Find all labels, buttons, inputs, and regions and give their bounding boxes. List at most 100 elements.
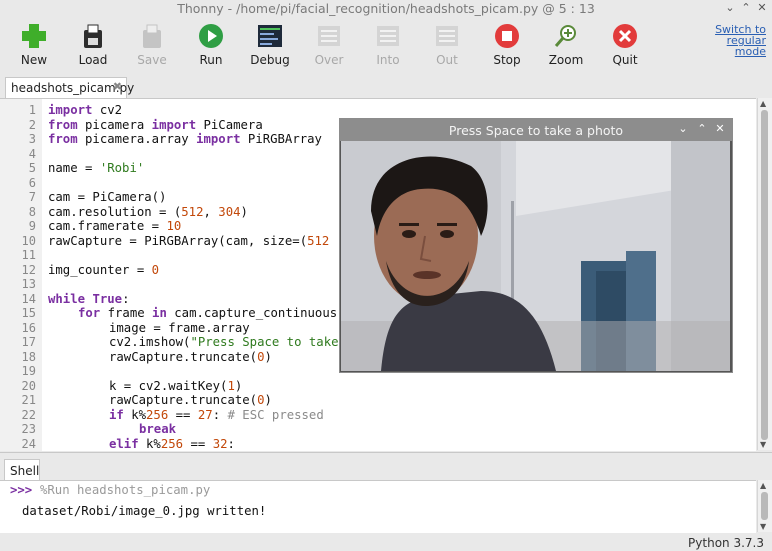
line-number: 11 bbox=[21, 248, 36, 262]
line-number: 20 bbox=[21, 378, 36, 393]
quit-button[interactable]: Quit bbox=[597, 22, 653, 70]
close-icon[interactable]: ✕ bbox=[754, 0, 770, 16]
debug-icon bbox=[258, 25, 282, 47]
line-number: 16 bbox=[21, 320, 36, 335]
save-button[interactable]: Save bbox=[124, 22, 180, 70]
code-keyword: elif bbox=[109, 436, 139, 451]
code-text: cam.framerate = bbox=[48, 219, 167, 233]
scroll-down-icon[interactable]: ▼ bbox=[760, 440, 766, 449]
code-keyword: in bbox=[152, 306, 167, 320]
zoom-label: Zoom bbox=[548, 53, 584, 67]
line-number: 18 bbox=[21, 349, 36, 364]
line-number: 7 bbox=[28, 190, 36, 204]
code-number: 512 bbox=[181, 204, 204, 219]
code-text: name = bbox=[48, 161, 100, 175]
line-number: 19 bbox=[21, 364, 36, 378]
new-label: New bbox=[20, 53, 48, 67]
shell-tabs: Shell bbox=[0, 452, 772, 482]
editor-tab[interactable]: headshots_picam.py ✖ bbox=[5, 77, 134, 99]
step-out-button[interactable]: Out bbox=[419, 22, 475, 70]
code-comment: # ESC pressed bbox=[227, 407, 324, 422]
zoom-button[interactable]: Zoom bbox=[538, 22, 594, 70]
stop-button[interactable]: Stop bbox=[479, 22, 535, 70]
code-text: img_counter = bbox=[48, 262, 152, 277]
line-number: 10 bbox=[21, 233, 36, 248]
line-number: 24 bbox=[21, 436, 36, 451]
line-number: 13 bbox=[21, 277, 36, 291]
code-keyword: if bbox=[109, 407, 124, 422]
zoom-icon bbox=[554, 25, 576, 47]
code-number: 304 bbox=[218, 204, 241, 219]
maximize-icon[interactable]: ⌃ bbox=[695, 122, 709, 136]
quit-icon bbox=[613, 24, 637, 48]
scrollbar-thumb[interactable] bbox=[761, 492, 768, 520]
run-button[interactable]: Run bbox=[183, 22, 239, 70]
code-line: cam = PiCamera() bbox=[48, 190, 166, 204]
code-keyword: import bbox=[151, 117, 197, 132]
code-line: while True: bbox=[48, 292, 129, 306]
shell-console[interactable]: >>> %Run headshots_picam.py dataset/Robi… bbox=[0, 480, 756, 533]
load-icon bbox=[84, 24, 102, 48]
step-over-label: Over bbox=[314, 53, 344, 67]
step-over-icon bbox=[318, 26, 340, 46]
line-number: 14 bbox=[21, 291, 36, 306]
python-version[interactable]: Python 3.7.3 bbox=[688, 536, 764, 550]
debug-button[interactable]: Debug bbox=[242, 22, 298, 70]
code-line: from picamera import PiCamera bbox=[48, 118, 263, 132]
code-text: cam.resolution = ( bbox=[48, 204, 182, 219]
code-text: picamera bbox=[77, 117, 152, 132]
camera-feed-image bbox=[341, 141, 730, 371]
load-button[interactable]: Load bbox=[65, 22, 121, 70]
code-keyword: for bbox=[78, 306, 101, 320]
step-into-label: Into bbox=[376, 53, 400, 67]
step-into-button[interactable]: Into bbox=[360, 22, 416, 70]
code-keyword: import bbox=[48, 103, 93, 117]
new-button[interactable]: New bbox=[6, 22, 62, 70]
line-number: 5 bbox=[28, 161, 36, 175]
code-line: cv2.imshow("Press Space to take bbox=[109, 335, 339, 349]
tab-close-icon[interactable]: ✖ bbox=[113, 80, 122, 93]
scroll-up-icon[interactable]: ▲ bbox=[760, 99, 766, 108]
line-number: 9 bbox=[28, 219, 36, 233]
step-out-label: Out bbox=[436, 53, 458, 67]
minimize-icon[interactable]: ⌄ bbox=[676, 122, 690, 136]
code-text: PiRGBArray bbox=[240, 132, 322, 146]
code-text: rawCapture.truncate( bbox=[109, 393, 258, 407]
editor-tabs: headshots_picam.py ✖ bbox=[0, 76, 772, 99]
code-keyword: import bbox=[196, 132, 241, 146]
code-line: cam.framerate = 10 bbox=[48, 219, 181, 233]
shell-scrollbar[interactable]: ▲ ▼ bbox=[757, 480, 772, 532]
shell-prompt: >>> bbox=[10, 483, 33, 497]
stop-label: Stop bbox=[493, 53, 521, 67]
minimize-icon[interactable]: ⌄ bbox=[722, 0, 738, 16]
code-number: 10 bbox=[166, 219, 182, 233]
editor-scrollbar[interactable]: ▲ ▼ bbox=[757, 98, 772, 450]
line-number: 12 bbox=[21, 262, 36, 277]
camera-window-titlebar[interactable]: Press Space to take a photo ⌄ ⌃ ✕ bbox=[340, 119, 732, 141]
line-number: 15 bbox=[21, 306, 36, 320]
camera-preview-window[interactable]: Press Space to take a photo ⌄ ⌃ ✕ bbox=[339, 118, 733, 373]
code-text: : bbox=[122, 291, 130, 306]
code-text: ) bbox=[264, 393, 272, 407]
scroll-up-icon[interactable]: ▲ bbox=[760, 481, 766, 490]
step-over-button[interactable]: Over bbox=[301, 22, 357, 70]
shell-tab[interactable]: Shell bbox=[4, 459, 40, 482]
camera-window-title: Press Space to take a photo bbox=[448, 123, 624, 138]
close-icon[interactable]: ✕ bbox=[713, 122, 727, 136]
line-number: 17 bbox=[21, 335, 36, 349]
switch-mode-link[interactable]: Switch to regular mode bbox=[706, 24, 766, 57]
scroll-down-icon[interactable]: ▼ bbox=[760, 522, 766, 531]
code-text: picamera.array bbox=[77, 132, 197, 146]
code-line: rawCapture.truncate(0) bbox=[109, 393, 272, 407]
code-text: rawCapture = PiRGBArray(cam, size=( bbox=[48, 233, 308, 248]
line-number: 2 bbox=[28, 117, 36, 132]
maximize-icon[interactable]: ⌃ bbox=[738, 0, 754, 16]
shell-tab-label: Shell bbox=[10, 464, 40, 478]
line-number: 23 bbox=[21, 422, 36, 436]
code-number: 0 bbox=[151, 262, 160, 277]
step-into-icon bbox=[377, 26, 399, 46]
code-line: elif k%256 == 32: bbox=[109, 437, 235, 451]
window-title: Thonny - /home/pi/facial_recognition/hea… bbox=[177, 1, 595, 16]
line-number: 6 bbox=[28, 175, 36, 190]
scrollbar-thumb[interactable] bbox=[761, 110, 768, 440]
